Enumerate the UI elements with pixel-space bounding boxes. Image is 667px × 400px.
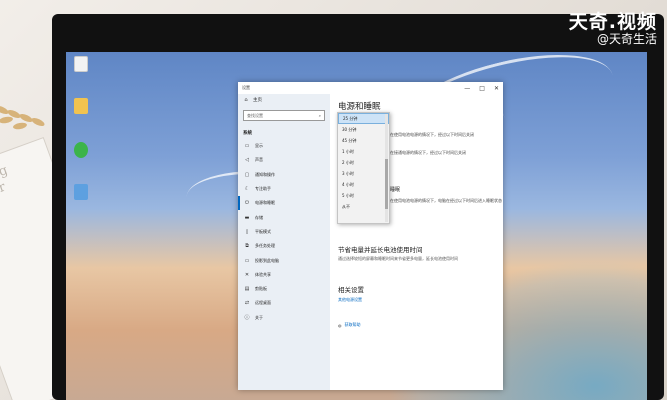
sidebar-item-label: 多任务处理 — [255, 243, 275, 249]
dropdown-option[interactable]: 从不 — [338, 201, 389, 212]
close-button[interactable]: ✕ — [494, 85, 499, 92]
desktop-file-icon[interactable] — [74, 56, 88, 72]
save-power-desc: 通过选择较短的屏幕和睡眠时间来节省更多电量，延长电池使用时间 — [338, 256, 458, 261]
notification-icon: ▢ — [244, 171, 250, 178]
related-settings-title: 相关设置 — [338, 286, 364, 294]
sidebar-item-label: 电源和睡眠 — [255, 200, 275, 206]
sidebar-section-title: 系统 — [243, 131, 252, 136]
get-help-link[interactable]: ◍ 获取帮助 — [338, 322, 361, 328]
sidebar-item[interactable]: ✕ 体验共享 — [238, 268, 330, 282]
sidebar-item-label: 存储 — [255, 214, 263, 220]
sidebar-item-label: 远程桌面 — [255, 300, 271, 306]
share-icon: ✕ — [244, 271, 250, 278]
paper-text: bring your — [0, 162, 12, 206]
desktop-folder-icon[interactable] — [74, 98, 88, 114]
clipboard-icon: ▤ — [244, 286, 250, 293]
sidebar-item[interactable]: ⧉ 多任务处理 — [238, 239, 330, 253]
save-power-title: 节省电量并延长电池使用时间 — [338, 246, 423, 254]
sleep-section-label: 睡眠 — [390, 187, 401, 193]
sidebar-item[interactable]: ☾ 专注助手 — [238, 182, 330, 196]
sidebar-item-label: 通知和操作 — [255, 171, 275, 177]
settings-sidebar: ⌂ 主页 查找设置 ⌕ 系统 ▭ 显示 ◁ 声音 ▢ 通知和操作 ☾ 专注助手 ⏻ 电源和睡眠 ▬ 存… — [238, 94, 330, 390]
sidebar-nav: ▭ 显示 ◁ 声音 ▢ 通知和操作 ☾ 专注助手 ⏻ 电源和睡眠 ▬ 存储 ▯ 平板模式 ⧉ 多任务处理 ▭ 投影… — [238, 139, 330, 325]
sidebar-item[interactable]: ▭ 投影到此电脑 — [238, 253, 330, 267]
dropdown-options: 25 分钟 30 分钟 45 分钟 1 小时 2 小时 3 小时 4 小时 5 小时 从不 — [338, 113, 389, 212]
sidebar-item-label: 平板模式 — [255, 228, 271, 234]
help-icon: ◍ — [338, 322, 342, 328]
dropdown-option[interactable]: 4 小时 — [338, 179, 389, 190]
sidebar-item[interactable]: ⏻ 电源和睡眠 — [238, 196, 330, 211]
sidebar-item-label: 投影到此电脑 — [255, 257, 279, 263]
sidebar-item-label: 关于 — [255, 314, 263, 320]
sidebar-item-label: 显示 — [255, 143, 263, 149]
dropdown-option[interactable]: 45 分钟 — [338, 135, 389, 146]
sleep-battery-text: 在使用电池电源的情况下，电脑在经过以下时间后进入睡眠状态 — [390, 198, 502, 203]
monitor-icon: ▭ — [244, 143, 250, 150]
home-icon: ⌂ — [244, 97, 248, 103]
sidebar-item-label: 剪贴板 — [255, 286, 267, 292]
title-bar[interactable]: 设置 — □ ✕ — [238, 82, 503, 94]
sidebar-item[interactable]: ▢ 通知和操作 — [238, 168, 330, 182]
time-dropdown-list[interactable]: 25 分钟 30 分钟 45 分钟 1 小时 2 小时 3 小时 4 小时 5 小时 从不 — [337, 112, 390, 224]
dropdown-option[interactable]: 30 分钟 — [338, 124, 389, 135]
watermark-title: 天奇.视频 — [568, 11, 657, 33]
remote-desktop-icon: ⇄ — [244, 300, 250, 307]
sidebar-item[interactable]: ◁ 声音 — [238, 153, 330, 167]
minimize-button[interactable]: — — [464, 85, 470, 92]
search-icon: ⌕ — [318, 113, 321, 118]
desktop-wechat-icon[interactable] — [74, 142, 88, 158]
search-input[interactable]: 查找设置 ⌕ — [243, 110, 325, 121]
screen-plugged-text: 在接通电源的情况下，经过以下时间后关闭 — [390, 150, 466, 155]
sidebar-item-label: 声音 — [255, 157, 263, 163]
dropdown-option[interactable]: 1 小时 — [338, 146, 389, 157]
watermark: 天奇.视频 @天奇生活 — [569, 12, 657, 46]
screen-battery-text: 在使用电池电源的情况下，经过以下时间后关闭 — [390, 132, 474, 137]
dropdown-scroll-thumb[interactable] — [385, 159, 388, 209]
sidebar-item[interactable]: ▤ 剪贴板 — [238, 282, 330, 296]
power-icon: ⏻ — [245, 200, 249, 207]
sidebar-home[interactable]: ⌂ 主页 — [238, 94, 330, 106]
dropdown-option[interactable]: 5 小时 — [338, 190, 389, 201]
sidebar-item[interactable]: ⓘ 关于 — [238, 311, 330, 325]
sidebar-item-label: 体验共享 — [255, 271, 271, 277]
sidebar-item-label: 专注助手 — [255, 186, 271, 192]
sidebar-item[interactable]: ▯ 平板模式 — [238, 225, 330, 239]
maximize-button[interactable]: □ — [479, 85, 485, 92]
get-help-label: 获取帮助 — [344, 322, 361, 327]
dropdown-scrollbar[interactable] — [385, 114, 388, 222]
dropdown-option[interactable]: 2 小时 — [338, 157, 389, 168]
tablet-icon: ▯ — [245, 228, 249, 235]
home-label: 主页 — [253, 98, 262, 103]
multitask-icon: ⧉ — [245, 243, 249, 250]
page-title: 电源和睡眠 — [338, 102, 381, 112]
projection-icon: ▭ — [244, 257, 250, 264]
moon-icon: ☾ — [244, 186, 250, 193]
dropdown-option[interactable]: 3 小时 — [338, 168, 389, 179]
desktop-computer-icon[interactable] — [74, 184, 88, 200]
sidebar-item[interactable]: ▭ 显示 — [238, 139, 330, 153]
sound-icon: ◁ — [245, 157, 249, 164]
storage-icon: ▬ — [244, 214, 250, 221]
sidebar-item[interactable]: ⇄ 远程桌面 — [238, 296, 330, 310]
search-placeholder: 查找设置 — [247, 112, 263, 118]
watermark-subtitle: @天奇生活 — [596, 31, 657, 46]
window-title: 设置 — [242, 85, 250, 90]
info-icon: ⓘ — [244, 315, 250, 322]
sidebar-item[interactable]: ▬ 存储 — [238, 210, 330, 224]
additional-power-settings-link[interactable]: 其他电源设置 — [338, 297, 362, 303]
dropdown-option[interactable]: 25 分钟 — [338, 113, 389, 124]
